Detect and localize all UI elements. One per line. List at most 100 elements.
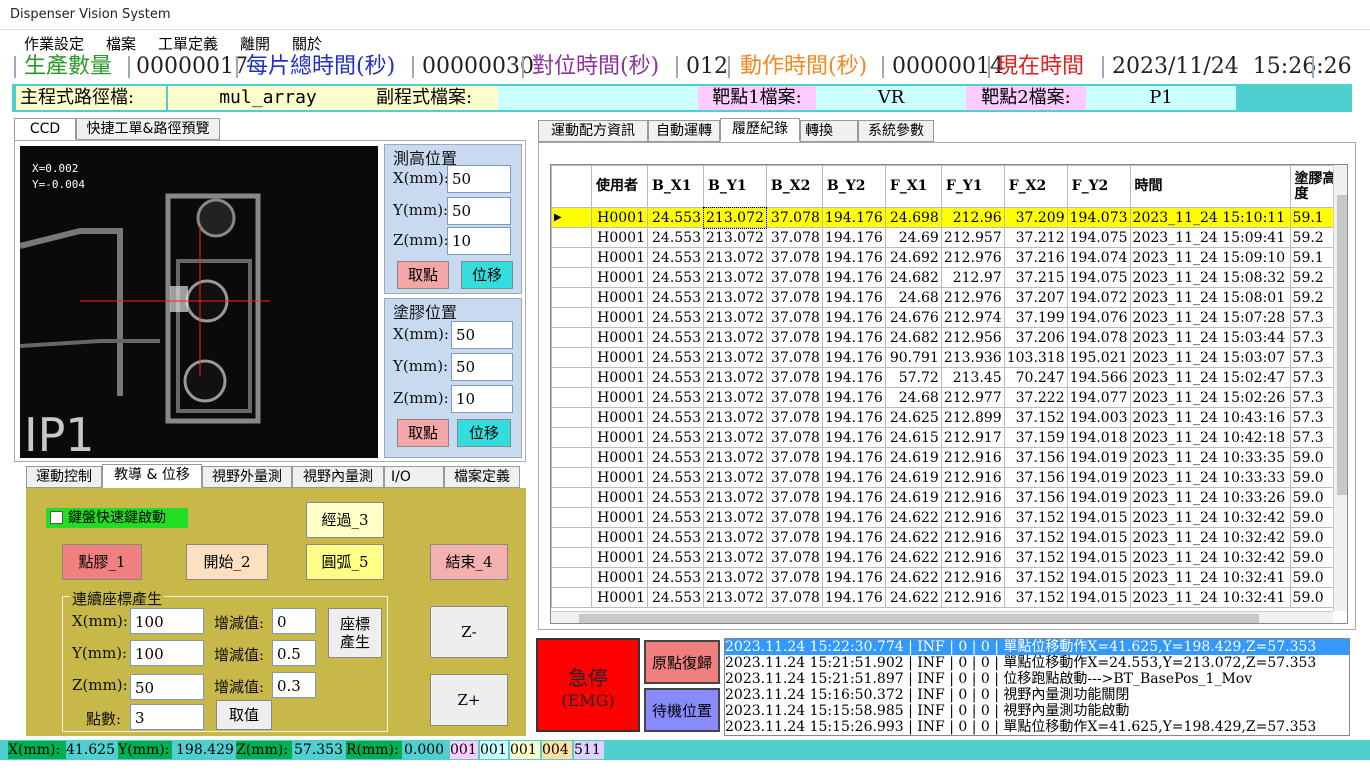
table-cell[interactable]: 2023_11_24 15:02:26: [1129, 387, 1291, 408]
table-cell[interactable]: 213.072: [703, 307, 767, 328]
point-count-input[interactable]: 3: [130, 704, 204, 730]
table-cell[interactable]: 194.076: [1066, 307, 1131, 328]
table-cell[interactable]: 213.072: [703, 487, 767, 508]
table-cell[interactable]: 2023_11_24 10:42:18: [1129, 427, 1291, 448]
glue-move-button[interactable]: 位移: [457, 419, 511, 447]
column-header[interactable]: F_X1: [884, 165, 942, 208]
table-cell[interactable]: 213.072: [703, 567, 767, 588]
table-cell[interactable]: 24.553: [647, 387, 704, 408]
table-cell[interactable]: 194.075: [1066, 227, 1131, 248]
table-cell[interactable]: 194.015: [1066, 567, 1131, 588]
table-cell[interactable]: 212.976: [940, 287, 1005, 308]
table-cell[interactable]: 212.916: [940, 567, 1005, 588]
table-row[interactable]: H0001 24.553 213.072 37.078 194.176 24.619 212…: [551, 447, 1341, 468]
table-cell[interactable]: H0001: [591, 367, 648, 388]
table-cell[interactable]: H0001: [591, 447, 648, 468]
tab-io[interactable]: I/O: [384, 466, 444, 488]
table-cell[interactable]: H0001: [591, 427, 648, 448]
table-cell[interactable]: 213.072: [703, 527, 767, 548]
table-cell[interactable]: 24.619: [884, 467, 942, 488]
table-cell[interactable]: 194.176: [821, 487, 886, 508]
table-cell[interactable]: 194.176: [821, 527, 886, 548]
table-cell[interactable]: 213.072: [703, 247, 767, 268]
table-cell[interactable]: 24.622: [884, 547, 942, 568]
table-cell[interactable]: H0001: [591, 567, 648, 588]
row-selector[interactable]: [551, 367, 592, 388]
table-cell[interactable]: 24.553: [647, 567, 704, 588]
table-cell[interactable]: 194.176: [821, 567, 886, 588]
table-cell[interactable]: H0001: [591, 327, 648, 348]
table-cell[interactable]: 37.078: [765, 427, 823, 448]
table-cell[interactable]: 213.072: [703, 327, 767, 348]
table-cell[interactable]: 24.69: [884, 227, 942, 248]
table-cell[interactable]: 194.176: [821, 387, 886, 408]
emergency-stop-button[interactable]: 急停 (EMG): [536, 638, 640, 732]
table-cell[interactable]: 24.619: [884, 487, 942, 508]
table-cell[interactable]: 2023_11_24 15:09:41: [1129, 227, 1291, 248]
dot-glue-1-button[interactable]: 點膠_1: [62, 544, 142, 580]
table-cell[interactable]: 24.698: [884, 207, 942, 228]
table-cell[interactable]: 212.916: [940, 507, 1005, 528]
table-cell[interactable]: 194.176: [821, 427, 886, 448]
table-row[interactable]: H0001 24.553 213.072 37.078 194.176 24.622 212…: [551, 587, 1341, 608]
table-cell[interactable]: 37.078: [765, 407, 823, 428]
table-cell[interactable]: 24.553: [647, 547, 704, 568]
table-cell[interactable]: 24.553: [647, 367, 704, 388]
table-cell[interactable]: 37.206: [1003, 327, 1068, 348]
table-cell[interactable]: 37.078: [765, 467, 823, 488]
table-cell[interactable]: 24.553: [647, 267, 704, 288]
table-cell[interactable]: 194.075: [1066, 267, 1131, 288]
tab-motion-control[interactable]: 運動控制: [26, 466, 102, 488]
table-cell[interactable]: 37.078: [765, 527, 823, 548]
table-cell[interactable]: 37.078: [765, 447, 823, 468]
row-selector[interactable]: ▶: [551, 207, 592, 228]
table-cell[interactable]: 24.553: [647, 327, 704, 348]
table-cell[interactable]: 24.553: [647, 487, 704, 508]
table-cell[interactable]: 2023_11_24 15:09:10: [1129, 247, 1291, 268]
table-cell[interactable]: 212.916: [940, 547, 1005, 568]
table-row[interactable]: H0001 24.553 213.072 37.078 194.176 24.682 212…: [551, 327, 1341, 348]
table-cell[interactable]: 37.078: [765, 367, 823, 388]
row-selector[interactable]: [551, 267, 592, 288]
table-cell[interactable]: 37.078: [765, 207, 823, 228]
menu-item-settings[interactable]: 作業設定: [24, 33, 84, 54]
table-cell[interactable]: 194.176: [821, 207, 886, 228]
table-cell[interactable]: H0001: [591, 547, 648, 568]
table-cell[interactable]: 194.015: [1066, 507, 1131, 528]
table-cell[interactable]: 195.021: [1066, 347, 1131, 368]
table-cell[interactable]: 2023_11_24 15:07:28: [1129, 307, 1291, 328]
table-horizontal-scrollbar[interactable]: [551, 611, 1333, 623]
table-cell[interactable]: 24.553: [647, 307, 704, 328]
table-cell[interactable]: 24.553: [647, 427, 704, 448]
column-header[interactable]: F_Y1: [940, 165, 1005, 208]
log-entry[interactable]: 2023.11.24 15:15:26.993 | INF | 0 | 0 | …: [725, 719, 1349, 735]
column-header[interactable]: B_X1: [647, 165, 704, 208]
table-cell[interactable]: H0001: [591, 587, 648, 608]
table-cell[interactable]: 37.152: [1003, 407, 1068, 428]
table-cell[interactable]: 213.936: [940, 347, 1005, 368]
height-x-input[interactable]: 50: [447, 165, 511, 193]
table-cell[interactable]: 194.015: [1066, 587, 1131, 608]
table-cell[interactable]: 213.072: [703, 427, 767, 448]
table-cell[interactable]: 213.072: [703, 227, 767, 248]
table-cell[interactable]: 37.156: [1003, 447, 1068, 468]
table-row[interactable]: H0001 24.553 213.072 37.078 194.176 24.622 212…: [551, 567, 1341, 588]
table-cell[interactable]: 37.156: [1003, 487, 1068, 508]
inc-z-input[interactable]: 0.3: [272, 672, 316, 698]
table-cell[interactable]: 213.072: [703, 447, 767, 468]
inc-y-input[interactable]: 0.5: [272, 640, 316, 666]
table-cell[interactable]: 194.176: [821, 447, 886, 468]
row-selector[interactable]: [551, 567, 592, 588]
menu-item-workorder[interactable]: 工單定義: [158, 33, 218, 54]
table-cell[interactable]: 37.078: [765, 507, 823, 528]
take-value-button[interactable]: 取值: [216, 700, 272, 730]
row-selector[interactable]: [551, 307, 592, 328]
table-cell[interactable]: 37.078: [765, 567, 823, 588]
menu-item-exit[interactable]: 離開: [240, 33, 270, 54]
table-cell[interactable]: 194.176: [821, 247, 886, 268]
z-plus-button[interactable]: Z+: [430, 674, 508, 726]
menu-item-file[interactable]: 檔案: [106, 33, 136, 54]
row-selector[interactable]: [551, 287, 592, 308]
start-2-button[interactable]: 開始_2: [186, 544, 268, 580]
tab-teach-move[interactable]: 教導 & 位移: [102, 464, 202, 488]
